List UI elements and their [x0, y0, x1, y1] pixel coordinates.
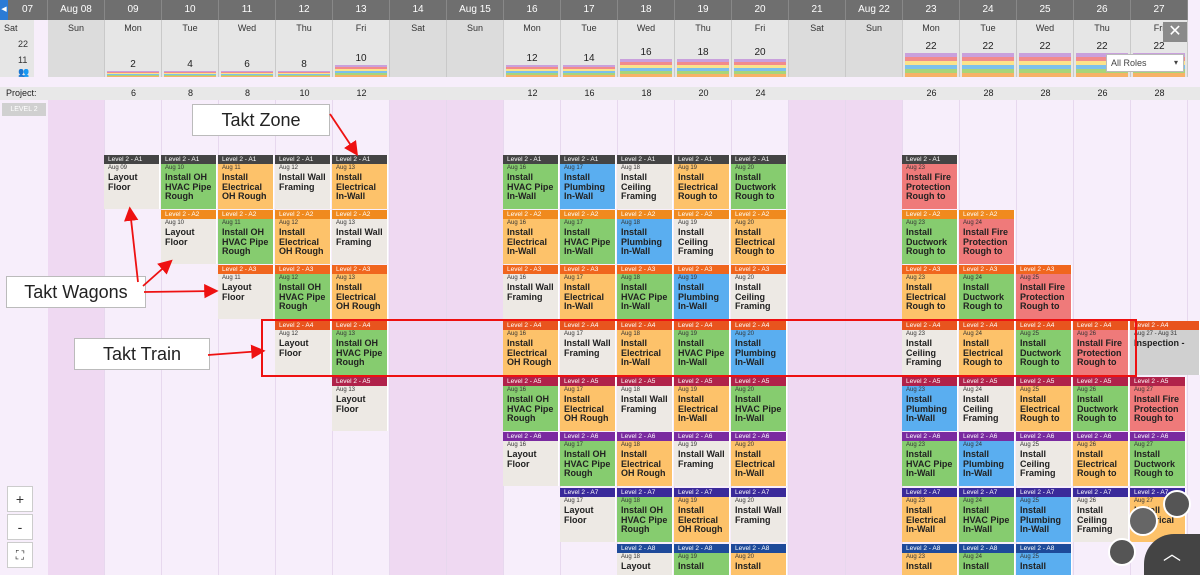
wagon-arrow-3: [143, 283, 219, 299]
edit-button[interactable]: [1128, 506, 1158, 536]
wagon-arrow-2: [142, 259, 173, 287]
zone-arrow: [329, 113, 358, 156]
add-note-button[interactable]: [1163, 490, 1191, 518]
add-task-button[interactable]: [1108, 538, 1136, 566]
wagon-arrow-1: [124, 206, 139, 283]
zoom-in-button[interactable]: +: [7, 486, 33, 512]
chevron-up-icon: ︿: [1163, 544, 1181, 564]
fit-view-button[interactable]: ⛶: [7, 542, 33, 568]
takt-schedule-view: 07 Aug 08 Sun 09 Mon 2 10 Tue 4 11 Wed 6 12 Thu 8 13 Fri…: [0, 0, 1200, 575]
zoom-out-button[interactable]: -: [7, 514, 33, 540]
annotation-arrows: [124, 113, 358, 359]
train-arrow: [207, 344, 266, 359]
